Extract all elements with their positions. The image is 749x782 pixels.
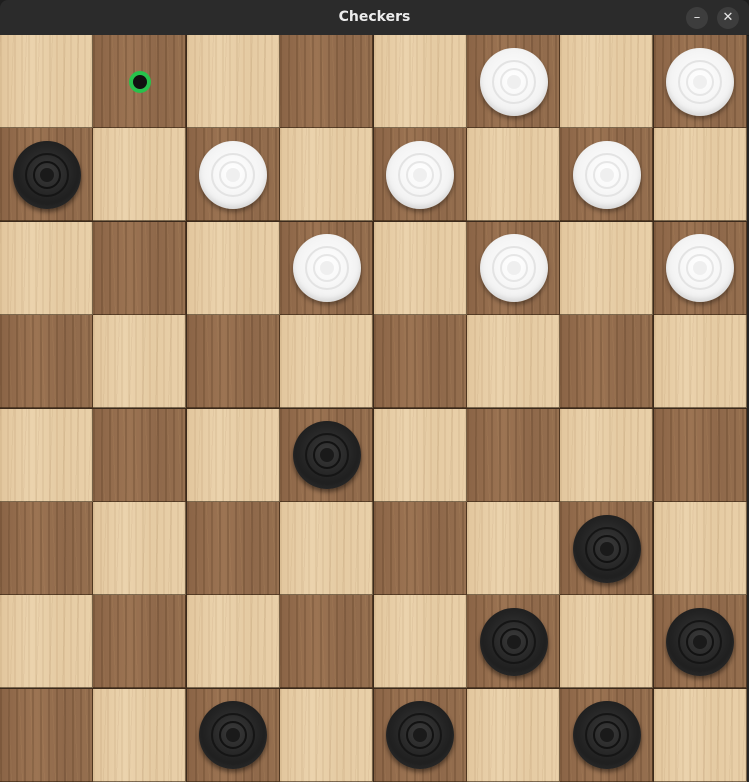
app-window: Checkers – ✕	[0, 0, 749, 782]
black-checker-piece[interactable]	[480, 608, 548, 676]
board-square-r1-c3[interactable]	[280, 128, 373, 221]
board-square-r3-c1[interactable]	[93, 315, 186, 408]
board-square-r7-c5[interactable]	[467, 689, 560, 782]
white-checker-piece[interactable]	[480, 234, 548, 302]
piece-dot	[600, 728, 614, 742]
board-square-r7-c7[interactable]	[654, 689, 747, 782]
piece-dot	[600, 542, 614, 556]
board-square-r7-c3[interactable]	[280, 689, 373, 782]
board-square-r6-c2[interactable]	[187, 595, 280, 688]
piece-dot	[40, 168, 54, 182]
board-square-r7-c0[interactable]	[0, 689, 93, 782]
board-square-r6-c1[interactable]	[93, 595, 186, 688]
piece-dot	[507, 75, 521, 89]
board-square-r3-c7[interactable]	[654, 315, 747, 408]
board-square-r5-c5[interactable]	[467, 502, 560, 595]
minimize-button[interactable]: –	[686, 7, 708, 29]
board-square-r2-c6[interactable]	[560, 222, 653, 315]
board-square-r5-c7[interactable]	[654, 502, 747, 595]
piece-dot	[693, 75, 707, 89]
piece-dot	[507, 635, 521, 649]
white-checker-piece[interactable]	[293, 234, 361, 302]
piece-dot	[693, 261, 707, 275]
board-square-r3-c3[interactable]	[280, 315, 373, 408]
piece-dot	[413, 168, 427, 182]
board-square-r6-c4[interactable]	[374, 595, 467, 688]
board-square-r2-c2[interactable]	[187, 222, 280, 315]
title-bar[interactable]: Checkers – ✕	[0, 0, 749, 36]
piece-dot	[600, 168, 614, 182]
board-square-r4-c0[interactable]	[0, 409, 93, 502]
board-square-r2-c4[interactable]	[374, 222, 467, 315]
board-square-r4-c4[interactable]	[374, 409, 467, 502]
board-square-r1-c7[interactable]	[654, 128, 747, 221]
board-square-r5-c4[interactable]	[374, 502, 467, 595]
checkers-board[interactable]	[0, 35, 747, 782]
board-square-r6-c3[interactable]	[280, 595, 373, 688]
piece-dot	[226, 728, 240, 742]
piece-dot	[693, 635, 707, 649]
black-checker-piece[interactable]	[573, 701, 641, 769]
board-square-r5-c2[interactable]	[187, 502, 280, 595]
piece-dot	[226, 168, 240, 182]
white-checker-piece[interactable]	[666, 234, 734, 302]
board-square-r0-c3[interactable]	[280, 35, 373, 128]
board-square-r4-c5[interactable]	[467, 409, 560, 502]
board-square-r6-c0[interactable]	[0, 595, 93, 688]
board-square-r4-c2[interactable]	[187, 409, 280, 502]
board-square-r2-c0[interactable]	[0, 222, 93, 315]
board-square-r3-c5[interactable]	[467, 315, 560, 408]
black-checker-piece[interactable]	[666, 608, 734, 676]
board-square-r7-c1[interactable]	[93, 689, 186, 782]
black-checker-piece[interactable]	[199, 701, 267, 769]
piece-dot	[507, 261, 521, 275]
white-checker-piece[interactable]	[573, 141, 641, 209]
board-square-r5-c1[interactable]	[93, 502, 186, 595]
white-checker-piece[interactable]	[199, 141, 267, 209]
board-square-r3-c2[interactable]	[187, 315, 280, 408]
piece-dot	[320, 448, 334, 462]
board-square-r2-c1[interactable]	[93, 222, 186, 315]
board-square-r0-c6[interactable]	[560, 35, 653, 128]
black-checker-piece[interactable]	[573, 515, 641, 583]
board-square-r3-c4[interactable]	[374, 315, 467, 408]
board-square-r0-c2[interactable]	[187, 35, 280, 128]
black-checker-piece[interactable]	[293, 421, 361, 489]
white-checker-piece[interactable]	[480, 48, 548, 116]
board-square-r5-c3[interactable]	[280, 502, 373, 595]
black-checker-piece[interactable]	[386, 701, 454, 769]
white-checker-piece[interactable]	[666, 48, 734, 116]
close-button[interactable]: ✕	[717, 7, 739, 29]
board-square-r4-c6[interactable]	[560, 409, 653, 502]
board-square-r4-c7[interactable]	[654, 409, 747, 502]
piece-dot	[413, 728, 427, 742]
board-square-r3-c0[interactable]	[0, 315, 93, 408]
board-square-r0-c0[interactable]	[0, 35, 93, 128]
board-square-r1-c1[interactable]	[93, 128, 186, 221]
board-square-r0-c4[interactable]	[374, 35, 467, 128]
black-checker-piece[interactable]	[13, 141, 81, 209]
piece-dot	[320, 261, 334, 275]
white-checker-piece[interactable]	[386, 141, 454, 209]
move-target-marker[interactable]	[129, 71, 151, 93]
board-square-r5-c0[interactable]	[0, 502, 93, 595]
board-square-r3-c6[interactable]	[560, 315, 653, 408]
board-square-r4-c1[interactable]	[93, 409, 186, 502]
board-square-r6-c6[interactable]	[560, 595, 653, 688]
window-title: Checkers	[338, 9, 411, 25]
board-square-r1-c5[interactable]	[467, 128, 560, 221]
